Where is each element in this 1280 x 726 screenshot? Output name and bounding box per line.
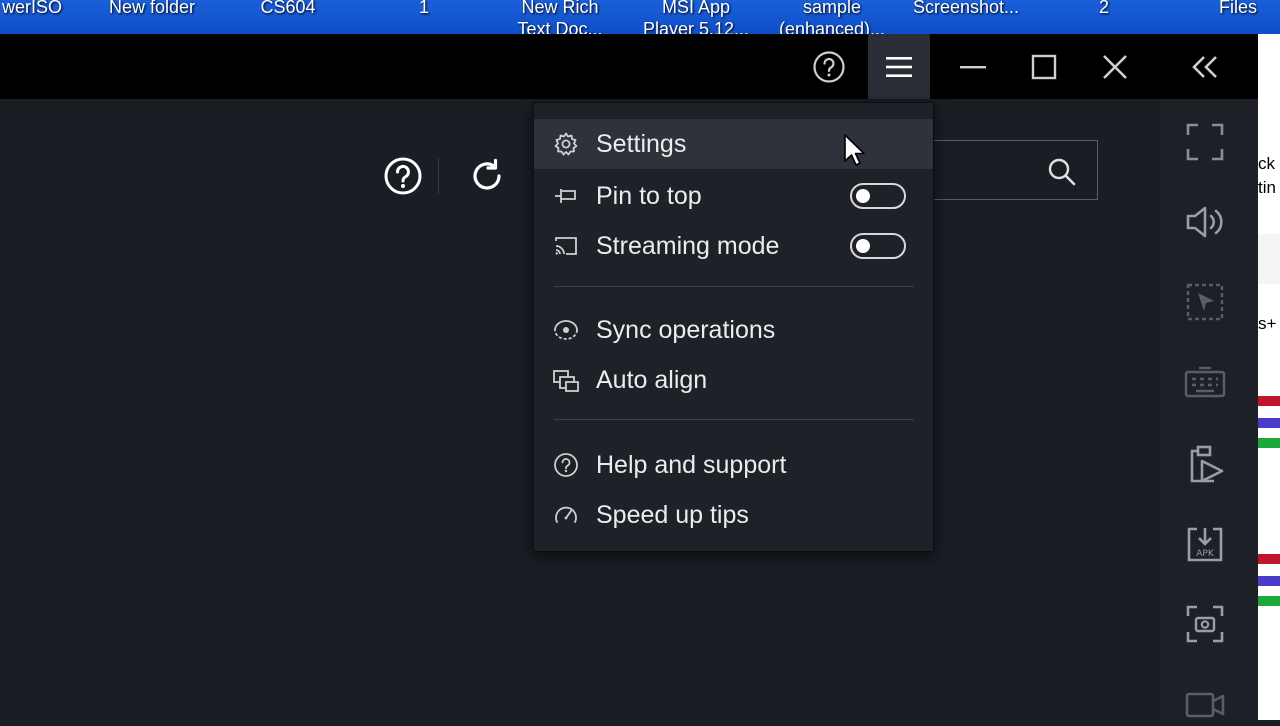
main-menu-dropdown: Settings Pin to top Streaming mode Sync … <box>533 102 934 552</box>
toolbar-help-button[interactable] <box>382 155 424 197</box>
toolbar-divider <box>438 158 439 194</box>
refresh-icon <box>473 158 501 190</box>
minimize-button[interactable] <box>942 34 1004 99</box>
titlebar-help-button[interactable] <box>798 34 860 99</box>
menu-item-auto-align[interactable]: Auto align <box>534 355 933 405</box>
desktop-edge-bar <box>1258 596 1280 606</box>
desktop-icon-label[interactable]: 2 <box>1044 0 1164 18</box>
question-circle-icon <box>552 451 580 479</box>
fullscreen-button[interactable] <box>1183 120 1227 164</box>
desktop-edge-text: s+ <box>1258 314 1277 333</box>
keyboard-icon <box>1184 366 1226 398</box>
help-circle-icon <box>384 157 422 195</box>
desktop-edge-bar <box>1258 438 1280 448</box>
desktop-icon-label[interactable]: CS604 <box>228 0 348 18</box>
desktop-icon-label[interactable]: Screenshot... <box>906 0 1026 18</box>
desktop-icon-label[interactable]: MSI App Player 5.12... <box>636 0 756 34</box>
screenshot-icon <box>1186 605 1224 643</box>
record-icon <box>1185 692 1225 718</box>
menu-item-help-and-support[interactable]: Help and support <box>534 440 933 490</box>
desktop-edge-block <box>1258 234 1280 284</box>
desktop-edge-text: tin <box>1258 178 1276 197</box>
menu-divider <box>554 286 914 287</box>
fullscreen-icon <box>1186 123 1224 161</box>
titlebar-menu-button[interactable] <box>868 34 930 99</box>
menu-item-label: Pin to top <box>596 181 702 210</box>
media-manager-button[interactable] <box>1183 442 1227 486</box>
menu-divider <box>554 419 914 420</box>
maximize-button[interactable] <box>1013 34 1075 99</box>
menu-item-streaming-mode[interactable]: Streaming mode <box>534 221 933 271</box>
gear-icon <box>552 130 580 158</box>
menu-item-label: Speed up tips <box>596 500 749 529</box>
volume-icon <box>1186 206 1223 238</box>
mouse-cursor-icon <box>844 134 865 166</box>
menu-item-label: Help and support <box>596 450 787 479</box>
window-titlebar <box>0 34 1258 99</box>
select-area-icon <box>1186 283 1224 321</box>
desktop-icon-label[interactable]: New Rich Text Doc... <box>500 0 620 34</box>
install-apk-icon: APK <box>1187 527 1223 562</box>
eye-sync-icon <box>552 316 580 344</box>
menu-item-label: Sync operations <box>596 315 776 344</box>
menu-item-label: Settings <box>596 129 687 158</box>
media-manager-icon <box>1190 445 1224 483</box>
desktop-icon-label[interactable]: sample (enhanced)... <box>772 0 892 34</box>
toggle-knob <box>856 239 870 253</box>
menu-item-sync-operations[interactable]: Sync operations <box>534 305 933 355</box>
desktop-edge-text: ck <box>1258 154 1275 173</box>
collapse-sidebar-button[interactable] <box>1174 34 1236 99</box>
hamburger-menu-icon <box>886 56 912 77</box>
desktop-icon-strip: werISO New folder CS604 1 New Rich Text … <box>0 0 1280 34</box>
search-icon <box>1048 158 1076 186</box>
collapse-sidebar-icon <box>1192 55 1217 78</box>
desktop-edge-bar <box>1258 418 1280 428</box>
screenshot-button[interactable] <box>1183 602 1227 646</box>
pin-icon <box>552 182 580 210</box>
minimize-icon <box>960 65 986 68</box>
close-button[interactable] <box>1084 34 1146 99</box>
menu-item-settings[interactable]: Settings <box>534 119 933 169</box>
streaming-mode-toggle[interactable] <box>850 233 906 259</box>
menu-item-label: Streaming mode <box>596 231 780 260</box>
svg-text:APK: APK <box>1196 549 1215 559</box>
keyboard-button[interactable] <box>1183 362 1227 406</box>
toggle-knob <box>856 189 870 203</box>
desktop-edge-bar <box>1258 396 1280 406</box>
desktop-icon-label[interactable]: werISO <box>0 0 92 18</box>
desktop-right-edge: ck tin s+ <box>1258 34 1280 720</box>
desktop-icon-label[interactable]: 1 <box>364 0 484 18</box>
volume-button[interactable] <box>1183 200 1227 244</box>
help-icon <box>813 50 845 83</box>
select-area-button[interactable] <box>1183 280 1227 324</box>
windows-align-icon <box>552 366 580 394</box>
menu-item-label: Auto align <box>596 365 708 394</box>
desktop-icon-label[interactable]: New folder <box>92 0 212 18</box>
search-button[interactable] <box>1040 152 1084 192</box>
menu-item-speed-up-tips[interactable]: Speed up tips <box>534 490 933 540</box>
refresh-button[interactable] <box>466 155 508 197</box>
gauge-icon <box>552 501 580 529</box>
desktop-edge-bar <box>1258 576 1280 586</box>
pin-to-top-toggle[interactable] <box>850 183 906 209</box>
install-apk-button[interactable]: APK <box>1183 522 1227 566</box>
record-button[interactable] <box>1183 682 1227 726</box>
desktop-icon-label[interactable]: Files <box>1178 0 1280 18</box>
desktop-edge-bar <box>1258 554 1280 564</box>
cast-icon <box>552 232 580 260</box>
menu-item-pin-to-top[interactable]: Pin to top <box>534 171 933 221</box>
maximize-icon <box>1031 54 1057 79</box>
close-icon <box>1103 54 1127 79</box>
